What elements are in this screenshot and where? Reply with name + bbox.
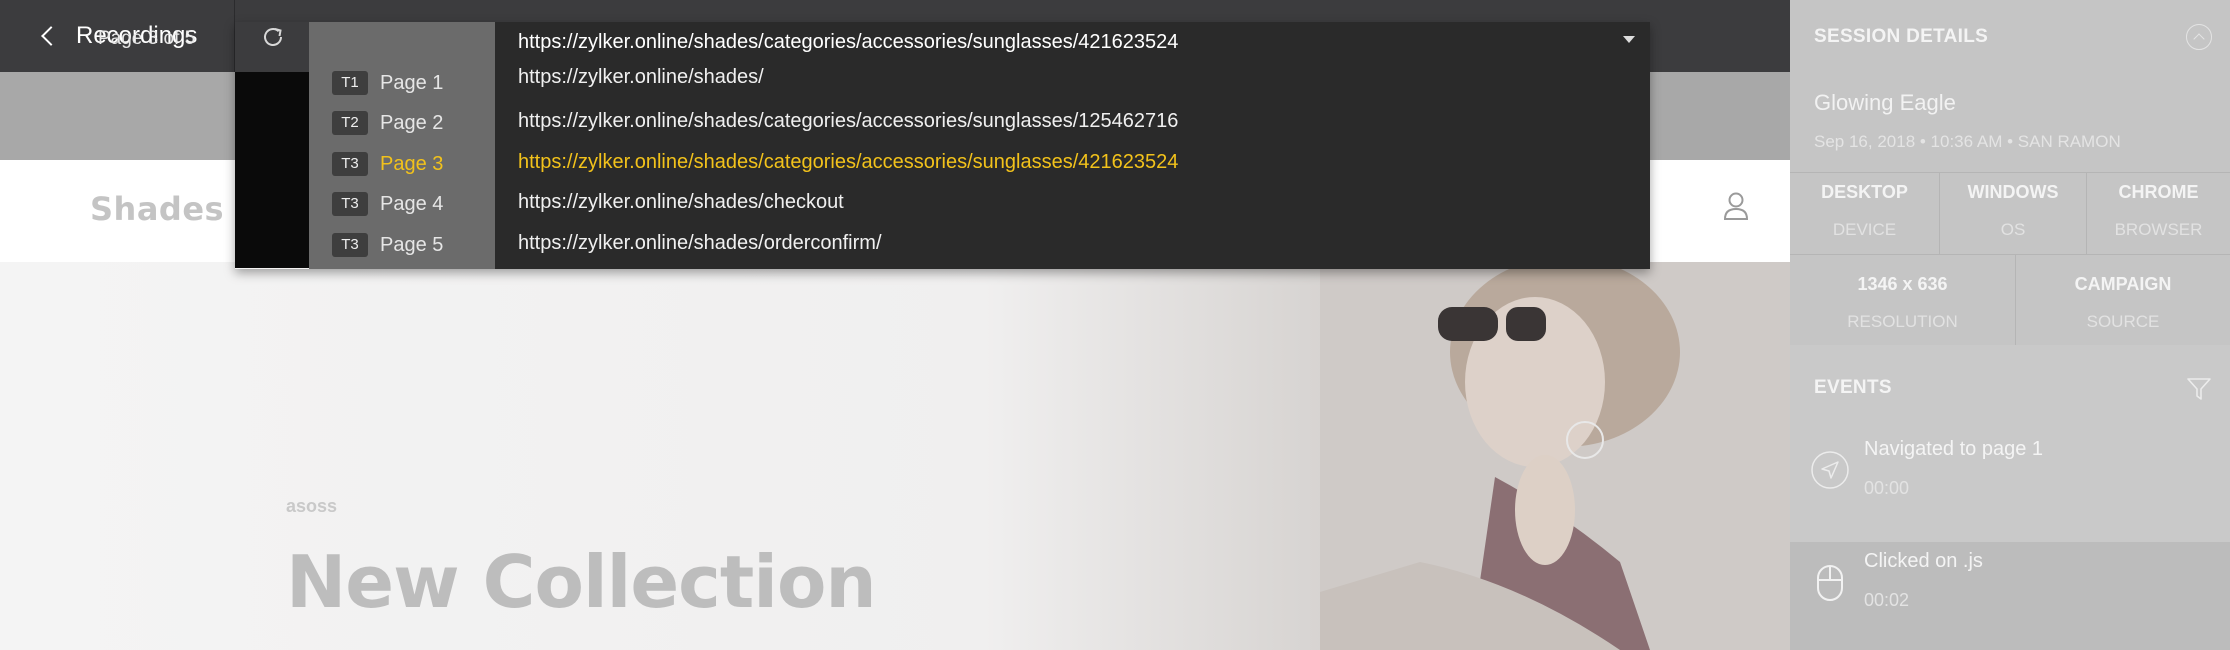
divider (1790, 254, 2230, 255)
event-item[interactable]: Navigated to page 1 00:00 (1790, 430, 2230, 540)
stat-os: WINDOWS OS (1940, 182, 2086, 240)
tab-badge: T2 (332, 111, 368, 135)
stat-value: WINDOWS (1967, 182, 2059, 202)
mouse-click-icon (1817, 565, 1843, 601)
page-option-label: Page 3 (380, 152, 444, 175)
stat-label: SOURCE (2086, 312, 2160, 331)
collapse-panel-button[interactable] (2186, 24, 2212, 50)
chevron-left-icon (41, 26, 61, 46)
stat-browser: CHROME BROWSER (2087, 182, 2230, 240)
visitor-name: Glowing Eagle (1814, 90, 1956, 115)
tab-badge: T3 (332, 152, 368, 176)
site-logo: Shades (90, 190, 225, 228)
url-option-3[interactable]: https://zylker.online/shades/categories/… (518, 151, 1178, 174)
event-item[interactable]: Clicked on .js 00:02 (1790, 542, 2230, 650)
stat-value: CHROME (2118, 182, 2199, 202)
event-title: Navigated to page 1 (1864, 438, 2044, 460)
page-url-dropdown[interactable] (235, 22, 1650, 269)
page-option-label: Page 5 (380, 233, 444, 256)
navigate-icon (1811, 451, 1849, 489)
tab-badge: T1 (332, 71, 368, 95)
page-option-2[interactable]: T2 Page 2 (332, 106, 443, 140)
event-time: 00:02 (1864, 590, 1910, 610)
user-icon[interactable] (1722, 190, 1750, 222)
url-option-1[interactable]: https://zylker.online/shades/ (518, 66, 764, 89)
hero-title: New Collection (286, 540, 877, 624)
page-option-label: Page 2 (380, 111, 444, 134)
page-indicator: Page 3 of 5 (98, 28, 196, 49)
stat-value: DESKTOP (1821, 182, 1908, 202)
page-option-1[interactable]: T1 Page 1 (332, 66, 443, 100)
page-option-3[interactable]: T3 Page 3 (332, 147, 443, 181)
hero-model-image (1320, 262, 1790, 650)
dropdown-caret-icon[interactable] (1623, 36, 1635, 43)
url-option-4[interactable]: https://zylker.online/shades/checkout (518, 191, 844, 214)
url-option-2[interactable]: https://zylker.online/shades/categories/… (518, 110, 1178, 133)
current-url[interactable]: https://zylker.online/shades/categories/… (518, 31, 1178, 54)
session-replay-app: Shades asoss New Collection Recordings P… (0, 0, 2230, 650)
page-option-4[interactable]: T3 Page 4 (332, 187, 443, 221)
divider (1790, 172, 2230, 173)
event-time: 00:00 (1864, 478, 1910, 498)
page-option-5[interactable]: T3 Page 5 (332, 228, 443, 262)
event-title: Clicked on .js (1864, 550, 1983, 572)
url-option-5[interactable]: https://zylker.online/shades/orderconfir… (518, 232, 882, 255)
stat-source: CAMPAIGN SOURCE (2016, 274, 2230, 332)
page-option-label: Page 1 (380, 71, 444, 94)
session-details-header: SESSION DETAILS (1814, 26, 1989, 47)
hero-banner (0, 262, 1790, 650)
tab-badge: T3 (332, 192, 368, 216)
stat-value: CAMPAIGN (2074, 274, 2172, 294)
stat-label: BROWSER (2114, 220, 2203, 239)
hero-brand-label: asoss (286, 496, 338, 516)
stat-resolution: 1346 x 636 RESOLUTION (1790, 274, 2015, 332)
stat-label: DEVICE (1832, 220, 1897, 239)
session-details-panel: SESSION DETAILS Glowing Eagle Sep 16, 20… (1790, 0, 2230, 650)
visitor-meta: Sep 16, 2018 • 10:36 AM • SAN RAMON (1814, 132, 2121, 151)
stat-label: OS (2000, 220, 2026, 239)
filter-icon[interactable] (2186, 376, 2212, 402)
page-option-label: Page 4 (380, 192, 444, 215)
stat-label: RESOLUTION (1847, 312, 1958, 331)
replay-area: Shades asoss New Collection Recordings P… (0, 0, 1790, 650)
events-header: EVENTS (1814, 377, 1892, 398)
stat-device: DESKTOP DEVICE (1790, 182, 1939, 240)
tab-badge: T3 (332, 233, 368, 257)
stat-value: 1346 x 636 (1857, 274, 1948, 294)
